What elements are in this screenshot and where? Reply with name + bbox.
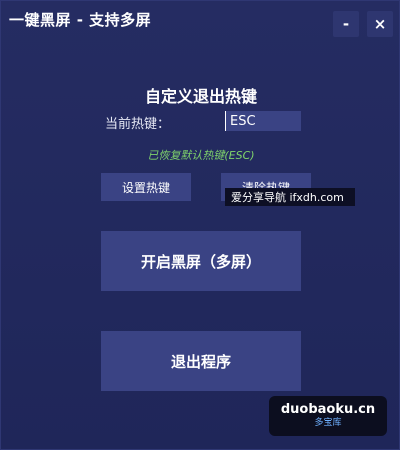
window-title: 一键黑屏 - 支持多屏 (9, 11, 152, 29)
close-button[interactable]: × (367, 11, 393, 37)
tooltip-overlay: 爱分享导航 ifxdh.com (225, 188, 355, 206)
watermark-sub: 多宝库 (314, 417, 342, 428)
hotkey-heading: 自定义退出热键 (144, 87, 257, 106)
start-blackscreen-button[interactable]: 开启黑屏（多屏） (101, 231, 301, 291)
hotkey-input[interactable] (225, 111, 301, 131)
exit-program-button[interactable]: 退出程序 (101, 331, 301, 391)
watermark-badge: duobaoku.cn 多宝库 (269, 396, 387, 436)
watermark-main: duobaoku.cn (280, 402, 376, 418)
app-window: 一键黑屏 - 支持多屏 - × 自定义退出热键 当前热键： 已恢复默认热键(ES… (0, 0, 400, 450)
set-hotkey-button[interactable]: 设置热键 (101, 173, 191, 201)
current-hotkey-label: 当前热键： (105, 117, 171, 132)
minimize-button[interactable]: - (333, 11, 359, 37)
hotkey-status: 已恢复默认热键(ESC) (147, 149, 255, 162)
